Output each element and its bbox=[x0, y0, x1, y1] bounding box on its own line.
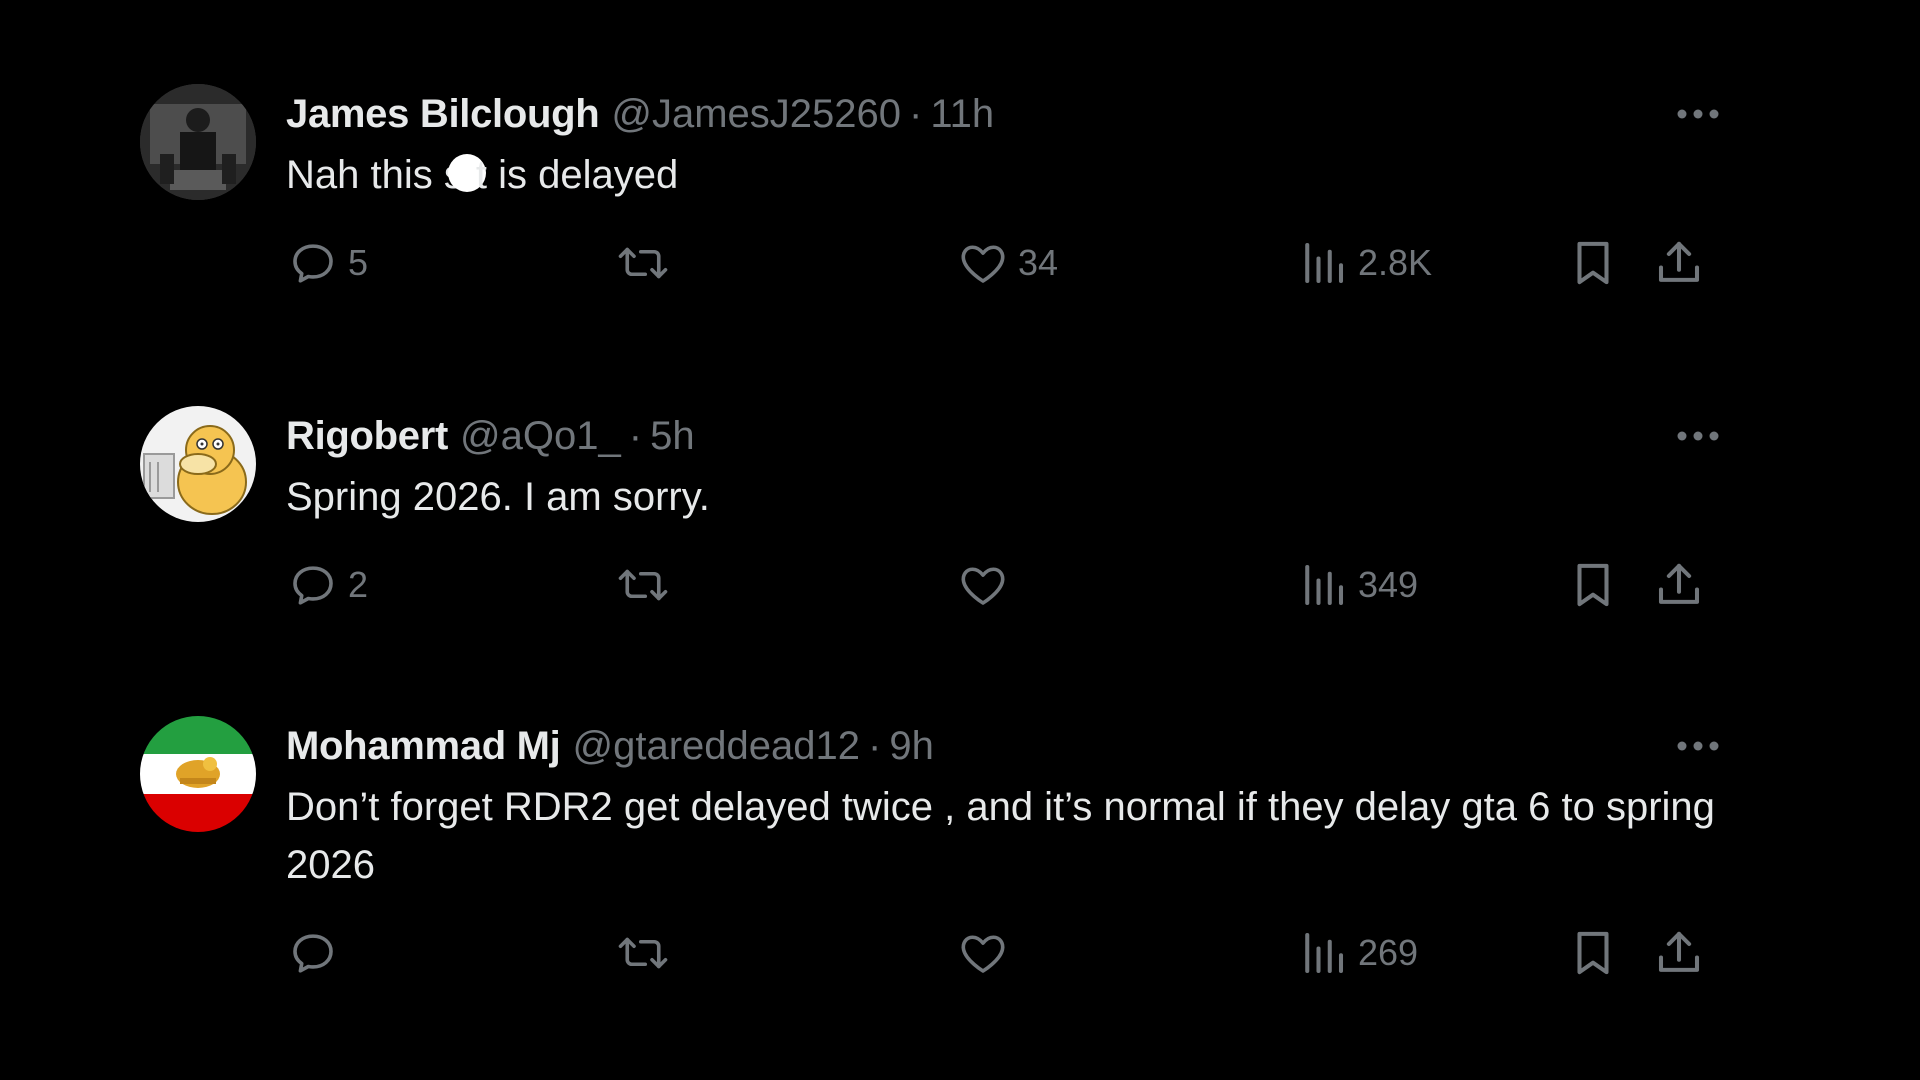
reply-feed: James Bilclough @JamesJ25260 · 11h Nah t… bbox=[0, 0, 1920, 1080]
tweet-text-part: t is delayed bbox=[475, 153, 679, 197]
tweet-text: Nah this st is delayed bbox=[286, 146, 1726, 204]
avatar[interactable] bbox=[140, 716, 256, 832]
bookmark-icon bbox=[1577, 241, 1609, 285]
retweet-button[interactable] bbox=[616, 228, 678, 298]
more-options-button[interactable] bbox=[1670, 96, 1726, 132]
heart-icon bbox=[961, 935, 1005, 973]
reply-bubble-icon bbox=[293, 566, 333, 605]
bookmark-icon bbox=[1577, 563, 1609, 607]
tweet-text-part: Nah this s bbox=[286, 153, 464, 197]
tweet-text: Spring 2026. I am sorry. bbox=[286, 475, 710, 519]
tweet-body: Rigobert @aQo1_ · 5h Spring 2026. I am s… bbox=[286, 406, 1726, 620]
more-horizontal-icon bbox=[1677, 431, 1719, 441]
timestamp[interactable]: 5h bbox=[650, 406, 695, 466]
like-button[interactable]: 34 bbox=[956, 228, 1058, 298]
views-bar-chart-icon bbox=[1305, 564, 1344, 606]
reply-button[interactable] bbox=[286, 918, 348, 988]
views-bar-chart-icon bbox=[1305, 932, 1344, 974]
share-button[interactable] bbox=[1652, 918, 1706, 988]
retweet-button[interactable] bbox=[616, 918, 678, 988]
tweet-body: James Bilclough @JamesJ25260 · 11h Nah t… bbox=[286, 84, 1726, 298]
user-handle[interactable]: @gtareddead12 bbox=[573, 716, 861, 776]
bookmark-button[interactable] bbox=[1566, 550, 1620, 620]
tweet-body: Mohammad Mj @gtareddead12 · 9h Don’t for… bbox=[286, 716, 1726, 988]
retweet-icon bbox=[618, 569, 668, 601]
views-button[interactable]: 2.8K bbox=[1296, 228, 1432, 298]
view-count: 349 bbox=[1358, 564, 1419, 605]
tweet-text: Don’t forget RDR2 get delayed twice , an… bbox=[286, 785, 1715, 887]
separator-dot: · bbox=[628, 414, 643, 458]
action-bar: 5 34 2.8K bbox=[286, 228, 1726, 298]
display-name[interactable]: James Bilclough bbox=[286, 84, 600, 144]
views-bar-chart-icon bbox=[1305, 242, 1344, 284]
more-options-button[interactable] bbox=[1670, 728, 1726, 764]
reply-bubble-icon bbox=[293, 934, 333, 973]
tweet-header: Mohammad Mj @gtareddead12 · 9h bbox=[286, 716, 1726, 776]
separator-dot: · bbox=[909, 92, 923, 136]
more-options-button[interactable] bbox=[1670, 418, 1726, 454]
timestamp[interactable]: 11h bbox=[930, 84, 994, 144]
share-upload-icon bbox=[1658, 563, 1700, 604]
user-handle[interactable]: @JamesJ25260 bbox=[611, 84, 901, 144]
action-bar: 2 349 bbox=[286, 550, 1726, 620]
retweet-icon bbox=[618, 247, 668, 279]
more-horizontal-icon bbox=[1677, 741, 1719, 751]
user-handle[interactable]: @aQo1_ bbox=[460, 406, 621, 466]
flag-avatar-icon bbox=[140, 716, 256, 832]
duck-avatar-icon bbox=[140, 406, 256, 522]
tweet-header: Rigobert @aQo1_ · 5h bbox=[286, 406, 1726, 466]
avatar-photo-icon bbox=[140, 84, 256, 200]
retweet-icon bbox=[618, 937, 668, 969]
bookmark-icon bbox=[1577, 931, 1609, 975]
reply-button[interactable]: 2 bbox=[286, 550, 368, 620]
bookmark-button[interactable] bbox=[1566, 228, 1620, 298]
action-bar: 269 bbox=[286, 918, 1726, 988]
views-button[interactable]: 349 bbox=[1296, 550, 1418, 620]
reply-button[interactable]: 5 bbox=[286, 228, 368, 298]
display-name[interactable]: Rigobert bbox=[286, 406, 448, 466]
avatar[interactable] bbox=[140, 406, 256, 522]
reply-count: 2 bbox=[348, 564, 369, 605]
share-upload-icon bbox=[1658, 931, 1700, 972]
share-button[interactable] bbox=[1652, 550, 1706, 620]
like-button[interactable] bbox=[956, 550, 1018, 620]
heart-icon bbox=[961, 567, 1005, 605]
heart-icon bbox=[961, 245, 1005, 283]
view-count: 269 bbox=[1358, 932, 1419, 973]
tweet-header: James Bilclough @JamesJ25260 · 11h bbox=[286, 84, 1726, 144]
retweet-button[interactable] bbox=[616, 550, 678, 620]
share-button[interactable] bbox=[1652, 228, 1706, 298]
avatar[interactable] bbox=[140, 84, 256, 200]
like-button[interactable] bbox=[956, 918, 1018, 988]
reply-bubble-icon bbox=[293, 244, 333, 283]
view-count: 2.8K bbox=[1358, 242, 1433, 283]
more-horizontal-icon bbox=[1677, 109, 1719, 119]
reply-count: 5 bbox=[348, 242, 369, 283]
timestamp[interactable]: 9h bbox=[889, 716, 934, 776]
display-name[interactable]: Mohammad Mj bbox=[286, 716, 561, 776]
separator-dot: · bbox=[868, 724, 882, 768]
share-upload-icon bbox=[1658, 241, 1700, 282]
like-count: 34 bbox=[1018, 242, 1059, 283]
bookmark-button[interactable] bbox=[1566, 918, 1620, 988]
views-button[interactable]: 269 bbox=[1296, 918, 1418, 988]
